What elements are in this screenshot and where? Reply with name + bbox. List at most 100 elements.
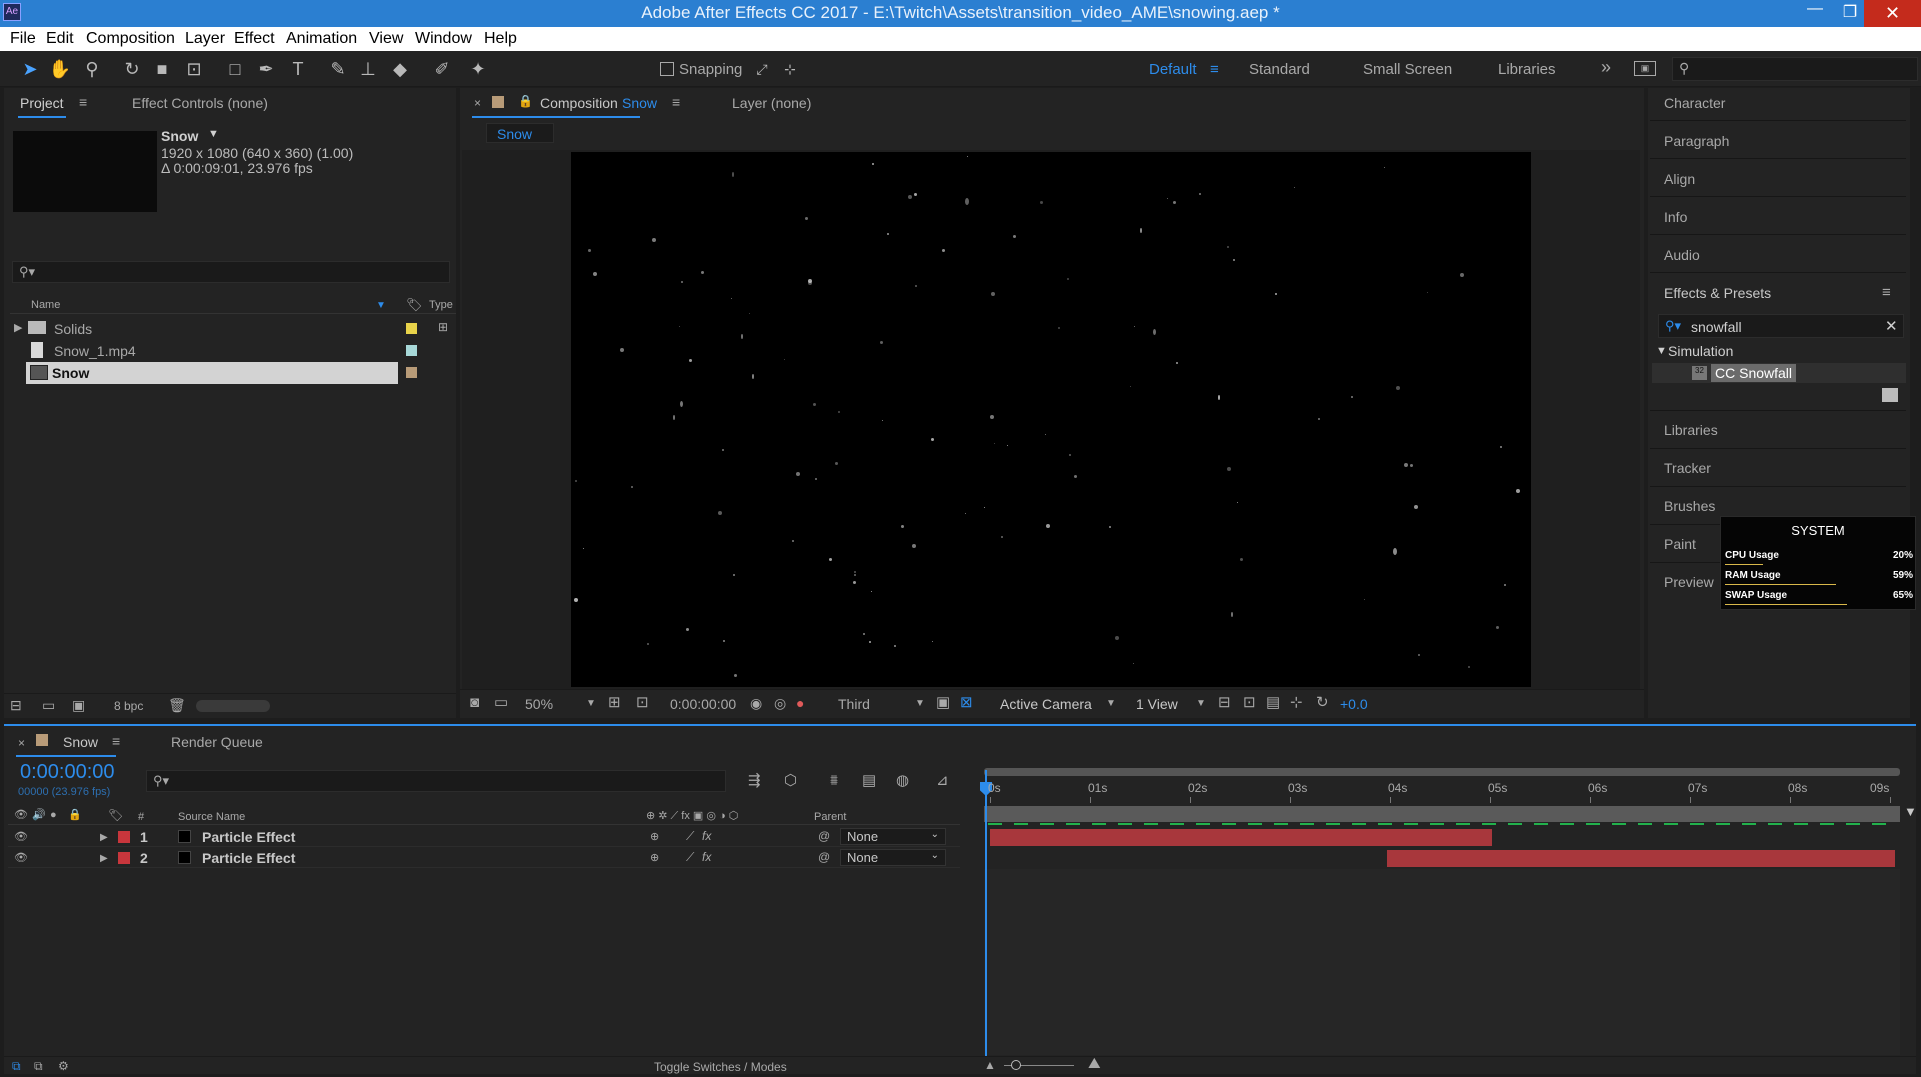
frame-blending-icon[interactable]: ▤ bbox=[862, 773, 876, 788]
chevron-down-icon[interactable]: ▼ bbox=[1196, 697, 1206, 711]
chevron-down-icon[interactable]: ▼ bbox=[915, 697, 925, 711]
column-type-header[interactable]: Type bbox=[429, 299, 453, 311]
workspace-default[interactable]: Default bbox=[1149, 61, 1197, 78]
collapse-switch-icon[interactable]: ⊕ bbox=[650, 851, 659, 865]
pickwhip-icon[interactable]: @ bbox=[818, 850, 830, 864]
always-preview-icon[interactable]: ◙ bbox=[470, 695, 479, 710]
snapshot-camera-icon[interactable]: ◉ bbox=[750, 696, 762, 710]
time-navigator[interactable] bbox=[984, 768, 1900, 776]
workspace-standard[interactable]: Standard bbox=[1249, 61, 1310, 78]
comp-mini-flowchart-icon[interactable]: ⇶ bbox=[748, 773, 761, 788]
fx-switch-icon[interactable]: fx bbox=[702, 850, 711, 864]
menu-composition[interactable]: Composition bbox=[86, 30, 175, 48]
tab-effect-controls[interactable]: Effect Controls (none) bbox=[132, 95, 268, 111]
menu-help[interactable]: Help bbox=[484, 30, 517, 48]
panel-paragraph[interactable]: Paragraph bbox=[1664, 133, 1729, 149]
expand-arrow-icon[interactable]: ▶ bbox=[14, 321, 22, 334]
flowchart-breadcrumb[interactable]: Snow bbox=[486, 123, 554, 143]
toggle-pixel-aspect-icon[interactable]: ⊟ bbox=[1218, 695, 1231, 710]
panel-info[interactable]: Info bbox=[1664, 209, 1687, 225]
zoom-tool-icon[interactable]: ⚲ bbox=[80, 57, 104, 81]
time-ruler[interactable] bbox=[984, 778, 1900, 804]
puppet-tool-icon[interactable]: ✦ bbox=[466, 57, 490, 81]
camera-tool-icon[interactable]: ■ bbox=[150, 57, 174, 81]
table-row[interactable]: 👁 ▶ 1 Particle Effect ⊕ ⟋ fx @ None ⌄ bbox=[8, 827, 960, 847]
rotate-tool-icon[interactable]: ↻ bbox=[120, 57, 144, 81]
menu-edit[interactable]: Edit bbox=[46, 30, 74, 48]
source-name-header[interactable]: Source Name bbox=[178, 810, 245, 824]
panel-preview[interactable]: Preview bbox=[1664, 574, 1714, 590]
effect-category[interactable]: Simulation bbox=[1668, 343, 1733, 359]
expand-arrow-icon[interactable]: ▶ bbox=[100, 852, 108, 866]
render-options-icon[interactable]: ⊡ bbox=[1243, 695, 1256, 710]
trash-icon[interactable]: 🗑 bbox=[168, 697, 186, 714]
parent-header[interactable]: Parent bbox=[814, 810, 846, 824]
graph-editor-icon[interactable]: ⊿ bbox=[936, 773, 949, 788]
category-arrow-icon[interactable]: ▼ bbox=[1656, 345, 1667, 357]
shy-layers-icon[interactable]: ⩩ bbox=[830, 773, 838, 788]
lock-icon[interactable]: 🔒 bbox=[518, 94, 533, 108]
chevron-down-icon[interactable]: ▼ bbox=[1106, 697, 1116, 711]
composition-viewer[interactable] bbox=[571, 152, 1531, 687]
monitor-icon[interactable]: ▭ bbox=[494, 695, 508, 710]
menu-window[interactable]: Window bbox=[415, 30, 472, 48]
resolution-value[interactable]: Third bbox=[838, 697, 870, 711]
close-tab-icon[interactable]: × bbox=[474, 96, 481, 110]
active-camera-value[interactable]: Active Camera bbox=[1000, 697, 1092, 711]
panel-tracker[interactable]: Tracker bbox=[1664, 460, 1711, 476]
view-layout-value[interactable]: 1 View bbox=[1136, 697, 1178, 711]
menu-file[interactable]: File bbox=[10, 30, 36, 48]
list-item-selected[interactable]: Snow bbox=[26, 362, 398, 384]
hand-tool-icon[interactable]: ✋ bbox=[48, 57, 72, 81]
close-tab-icon[interactable]: × bbox=[18, 736, 25, 750]
quality-switch-icon[interactable]: ⟋ bbox=[686, 850, 694, 864]
tab-composition-name[interactable]: Snow bbox=[622, 95, 657, 111]
table-row[interactable]: 👁 ▶ 2 Particle Effect ⊕ ⟋ fx @ None ⌄ bbox=[8, 848, 960, 868]
rectangle-tool-icon[interactable]: □ bbox=[223, 57, 247, 81]
expand-arrow-icon[interactable]: ▶ bbox=[100, 831, 108, 845]
layer-name[interactable]: Particle Effect bbox=[202, 829, 295, 845]
panel-libraries[interactable]: Libraries bbox=[1664, 422, 1718, 438]
pen-tool-icon[interactable]: ✒ bbox=[254, 57, 278, 81]
parent-dropdown[interactable]: None ⌄ bbox=[840, 828, 946, 845]
draft-3d-icon[interactable]: ⬡ bbox=[784, 773, 797, 788]
color-channels-icon[interactable]: ● bbox=[796, 696, 804, 710]
menu-view[interactable]: View bbox=[369, 30, 403, 48]
workspace-libraries[interactable]: Libraries bbox=[1498, 61, 1556, 78]
timeline-menu-icon[interactable]: ≡ bbox=[112, 733, 120, 749]
quality-switch-icon[interactable]: ⟋ bbox=[686, 829, 694, 843]
panel-align[interactable]: Align bbox=[1664, 171, 1695, 187]
fast-previews-icon[interactable]: ▣ bbox=[936, 695, 950, 710]
project-panel-menu-icon[interactable]: ≡ bbox=[79, 94, 87, 110]
menu-animation[interactable]: Animation bbox=[286, 30, 357, 48]
timeline-search-input[interactable]: ⚲▾ bbox=[146, 770, 726, 792]
tab-timeline-snow[interactable]: Snow bbox=[63, 734, 98, 750]
current-time-display[interactable]: 0:00:00:00 bbox=[670, 697, 736, 711]
flowchart-icon[interactable]: ⊹ bbox=[1290, 695, 1303, 710]
list-item[interactable]: Snow_1.mp4 bbox=[10, 340, 450, 362]
comp-marker-bin-icon[interactable]: ▼ bbox=[1904, 804, 1917, 819]
playhead[interactable] bbox=[985, 770, 987, 1056]
list-item[interactable]: ▶ Solids ⊞ bbox=[10, 318, 450, 340]
exposure-value[interactable]: +0.0 bbox=[1340, 697, 1368, 711]
brush-tool-icon[interactable]: ✎ bbox=[326, 57, 350, 81]
tab-composition-label[interactable]: Composition bbox=[540, 95, 618, 111]
label-color-swatch[interactable] bbox=[406, 323, 417, 334]
label-color-swatch[interactable] bbox=[118, 852, 130, 864]
clear-search-icon[interactable]: ✕ bbox=[1885, 317, 1898, 335]
motion-blur-icon[interactable]: ◍ bbox=[896, 773, 909, 788]
layer-duration-bar[interactable] bbox=[990, 829, 1492, 846]
close-button[interactable]: ✕ bbox=[1864, 0, 1921, 27]
project-search-input[interactable]: ⚲▾ bbox=[12, 261, 450, 283]
tab-layer[interactable]: Layer (none) bbox=[732, 95, 811, 111]
pan-behind-tool-icon[interactable]: ⊡ bbox=[182, 57, 206, 81]
panel-character[interactable]: Character bbox=[1664, 95, 1725, 111]
timeline-icon[interactable]: ▤ bbox=[1266, 695, 1280, 710]
new-composition-icon[interactable]: ▣ bbox=[72, 697, 85, 714]
interpret-footage-icon[interactable]: ⊟ bbox=[10, 697, 22, 714]
panel-effects-presets[interactable]: Effects & Presets bbox=[1664, 285, 1771, 301]
zoom-in-icon[interactable]: ⛰ bbox=[1088, 1056, 1101, 1071]
menu-layer[interactable]: Layer bbox=[185, 30, 225, 48]
eraser-tool-icon[interactable]: ◆ bbox=[388, 57, 412, 81]
text-tool-icon[interactable]: T bbox=[286, 57, 310, 81]
